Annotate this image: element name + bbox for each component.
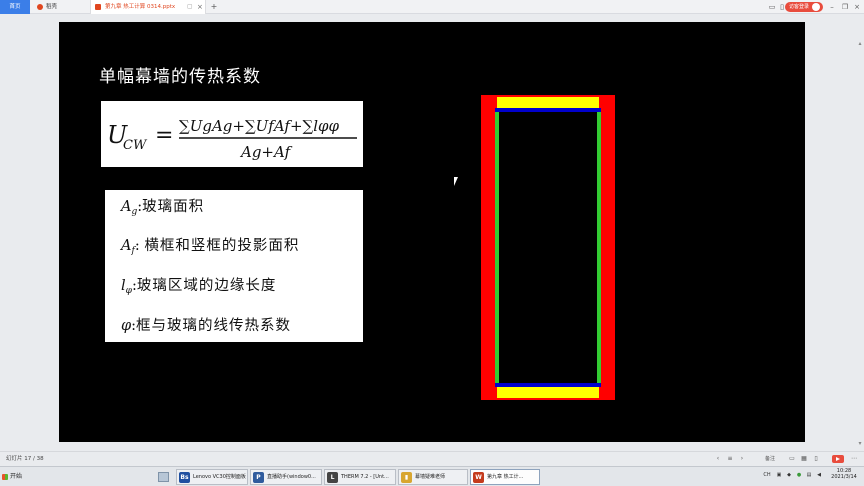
slideshow-play-button[interactable] [832,455,844,463]
formula-box: U CW = ∑UgAg+∑UfAf+∑lφφ Ag+Af [101,101,363,167]
frame-bottom [497,387,599,398]
mouse-cursor [454,177,461,186]
close-icon[interactable]: × [853,3,861,11]
taskbar-item-label: 幕墙疑难老师 [415,474,446,480]
glass-area [499,108,597,387]
volume-icon[interactable]: ◀ [816,472,822,479]
formula-equals: = [155,123,173,148]
wps-presentation-icon: W [473,472,484,483]
ppt-file-icon [95,4,101,10]
avatar[interactable] [812,3,820,11]
taskbar-item[interactable]: P 直播助手(window0... [250,469,322,485]
slide[interactable]: 单幅幕墙的传热系数 U CW = ∑UgAg+∑UfAf+∑lφφ Ag+Af … [59,22,805,442]
taskbar-item-active[interactable]: W 第九章 热工计... [470,469,540,485]
start-button[interactable]: 开始 [2,471,22,483]
taskbar-item-label: THERM 7.2 - [Unt... [341,474,389,480]
definition-item: lφ:玻璃区域的边缘长度 [121,274,276,296]
tab-home[interactable]: 首页 [0,0,30,14]
therm-app-icon: L [327,472,338,483]
ime-icon[interactable]: ▣ [776,472,782,479]
slide-counter: 幻灯片 17 / 38 [6,456,44,462]
vertical-scrollbar[interactable]: ▴ ▾ [857,41,863,451]
formula: U CW = ∑UgAg+∑UfAf+∑lφφ Ag+Af [107,117,357,161]
reading-view-icon[interactable]: ▯ [812,454,820,464]
definition-item: Ag:玻璃面积 [121,195,204,217]
prev-slide-icon[interactable]: ‹ [714,454,722,464]
taskbar-item-label: Lenovo VC30控制面板 [193,474,246,480]
tab-wps-label: 稻壳 [46,4,58,10]
tab-bar: 首页 稻壳 第九章 热工计算 0314.pptx ▢ × + ▭ ▯ 访客登录 … [0,0,864,14]
slide-title: 单幅幕墙的传热系数 [99,67,261,87]
definition-item: Af: 横框和竖框的投影面积 [121,234,299,256]
taskbar-item[interactable]: L THERM 7.2 - [Unt... [324,469,396,485]
security-icon[interactable]: ● [796,472,802,479]
formula-numerator: ∑UgAg+∑UfAf+∑lφφ [179,117,340,135]
status-bar: 幻灯片 17 / 38 ‹ ≡ › 备注 ▭ ▦ ▯ ⋯ [0,451,864,465]
normal-view-icon[interactable]: ▭ [788,454,796,464]
def-text: 玻璃面积 [142,199,205,215]
restore-icon[interactable]: ❐ [841,3,849,11]
scroll-up-icon[interactable]: ▴ [857,41,863,47]
os-taskbar: 开始 Bs Lenovo VC30控制面板 P 直播助手(window0... … [0,466,864,486]
clock-date: 2021/3/14 [831,474,857,480]
edge-bottom [495,383,601,387]
definitions-box: Ag:玻璃面积 Af: 横框和竖框的投影面积 lφ:玻璃区域的边缘长度 φ:框与… [105,190,363,342]
input-language[interactable]: CH [762,472,772,479]
def-symbol: A [121,199,132,215]
clock[interactable]: 10:28 2021/3/14 [826,468,862,480]
lenovo-app-icon: Bs [179,472,190,483]
tab-close-icon[interactable]: × [197,0,203,14]
tab-presentation-label: 第九章 热工计算 0314.pptx [105,4,176,10]
def-symbol: A [121,238,132,254]
def-symbol: φ [121,318,132,334]
taskbar-item-label: 第九章 热工计... [487,474,524,480]
network-icon[interactable]: ▤ [806,472,812,479]
notes-button[interactable]: 备注 [760,454,780,464]
next-slide-icon[interactable]: › [738,454,746,464]
formula-denominator: Ag+Af [239,143,293,161]
tab-presentation[interactable]: 第九章 热工计算 0314.pptx ▢ × [90,0,206,14]
tab-wps-docer[interactable]: 稻壳 [34,0,88,14]
taskbar-item[interactable]: ▮ 幕墙疑难老师 [398,469,468,485]
def-text: 框与玻璃的线传热系数 [136,318,292,334]
zoom-icon[interactable]: ⋯ [850,454,858,464]
new-tab-button[interactable]: + [209,0,219,14]
slide-stage: 单幅幕墙的传热系数 U CW = ∑UgAg+∑UfAf+∑lφφ Ag+Af … [0,15,864,451]
def-text: 玻璃区域的边缘长度 [136,278,277,294]
window-layout-icon[interactable]: ▭ [768,3,776,11]
show-desktop-icon[interactable] [158,472,169,482]
tab-pin-icon[interactable]: ▢ [187,0,193,14]
taskbar-item[interactable]: Bs Lenovo VC30控制面板 [176,469,248,485]
sorter-view-icon[interactable]: ▦ [800,454,808,464]
def-text: 横框和竖框的投影面积 [144,238,300,254]
taskbar-item-label: 直播助手(window0... [267,474,316,480]
edge-top [495,108,601,112]
notes-list-icon[interactable]: ≡ [726,454,734,464]
curtain-wall-diagram [481,95,615,400]
docer-icon [37,4,43,10]
shield-icon[interactable]: ◆ [786,472,792,479]
scroll-down-icon[interactable]: ▾ [857,441,863,447]
minimize-icon[interactable]: – [828,3,836,11]
folder-icon: ▮ [401,472,412,483]
definition-item: φ:框与玻璃的线传热系数 [121,314,291,336]
def-sep: : [134,238,145,254]
frame-top [497,97,599,108]
live-assistant-icon: P [253,472,264,483]
formula-lhs-sub: CW [123,138,148,153]
login-label: 访客登录 [789,4,810,10]
